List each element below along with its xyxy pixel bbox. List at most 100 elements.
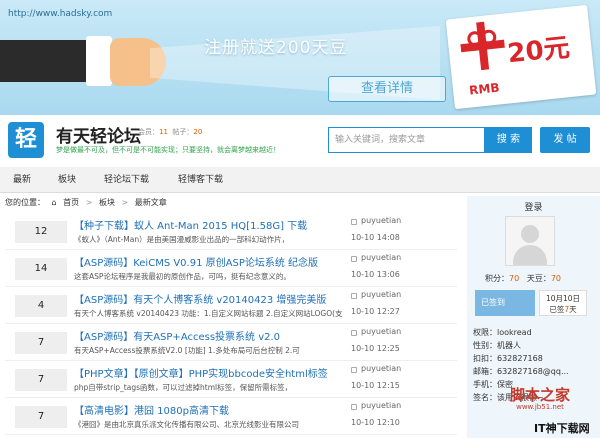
avatar[interactable] [505,216,555,266]
thread-time: 10-10 12:25 [351,344,400,353]
user-icon [351,256,357,262]
view-details-button[interactable]: 查看详情 [328,76,446,102]
thread-title[interactable]: 【高清电影】港囧 1080p高清下载 [74,402,344,417]
thread-excerpt: php自带strip_tags函数，可以过滤掉html标签，保留所需标签， [74,383,293,392]
thread-time: 10-10 13:06 [351,270,400,279]
profile-label: 邮箱： [473,367,497,376]
coupon-amount: 20元 [506,32,572,70]
thread-row[interactable]: 7 【ASP源码】有天ASP+Access投票系统 v2.0 有天ASP+Acc… [5,324,457,361]
thread-author[interactable]: puyuetian [361,401,401,410]
search-input[interactable] [328,127,485,153]
search-button[interactable]: 搜 索 [485,127,532,153]
reply-count: 12 [15,221,67,243]
nav-item-boards[interactable]: 板块 [58,167,76,193]
promo-banner[interactable]: http://www.hadsky.com 注册就送200天豆 查看详情 20元… [0,0,600,115]
corner-watermark: IT神下载网 [534,422,590,435]
thread-row[interactable]: 12 【种子下载】蚁人 Ant-Man 2015 HQ[1.58G] 下载 《蚁… [5,213,457,250]
thread-list: 12 【种子下载】蚁人 Ant-Man 2015 HQ[1.58G] 下载 《蚁… [5,213,457,435]
jb51-watermark: 脚本之家 [509,386,570,404]
thread-excerpt: 有天ASP+Access投票系统V2.0 [功能] 1.多处布局可后台控制 2.… [74,346,300,355]
thread-row[interactable]: 7 【高清电影】港囧 1080p高清下载 《港囧》是由北京真乐派文化传播有限公司… [5,398,457,435]
profile-label: 手机： [473,380,497,389]
reply-count: 14 [15,258,67,280]
reply-count: 7 [15,369,67,391]
breadcrumb-separator-icon: > [121,198,129,207]
gift-ribbon-icon [460,21,505,71]
main-nav: 最新 板块 轻论坛下载 轻博客下载 [0,167,600,193]
home-icon: ⌂ [51,198,57,207]
thread-excerpt: 有天个人博客系统 v20140423 功能：1.自定义网站标题 2.自定义网站L… [74,309,343,318]
profile-label: 扣扣： [473,354,497,363]
signed-days: 已签7天 [540,304,586,315]
profile-value: lookread [497,328,532,337]
thread-time: 10-10 12:10 [351,418,400,427]
profile-label: 性别： [473,341,497,350]
thread-row[interactable]: 4 【ASP源码】有天个人博客系统 v20140423 增强完美版 有天个人博客… [5,287,457,324]
members-label: 会员： [138,128,159,136]
thread-title[interactable]: 【PHP文章】【原创文章】PHP实现bbcode安全html标签 [74,365,344,380]
coupon-currency: RMB [468,80,501,98]
site-logo[interactable]: 轻 [8,122,44,158]
reply-count: 4 [15,295,67,317]
profile-label: 权限： [473,328,497,337]
login-link[interactable]: 登录 [467,200,600,213]
thread-excerpt: 这套ASP论坛程序是我最初的原创作品，可吗，挺有纪念意义的。 [74,272,291,281]
new-post-button[interactable]: 发 帖 [540,127,590,153]
breadcrumb-section[interactable]: 板块 [99,198,115,207]
profile-value: 机器人 [497,341,521,350]
profile-value: 632827168@qq... [497,367,569,376]
coupon-graphic: 20元 RMB [445,4,597,110]
site-name[interactable]: 有天轻论坛 [56,122,141,147]
thread-row[interactable]: 14 【ASP源码】KeiCMS V0.91 原创ASP论坛系统 纪念版 这套A… [5,250,457,287]
thread-excerpt: 《港囧》是由北京真乐派文化传播有限公司、北京光线影业有限公司 [74,420,299,429]
profile-permission: 权限：lookread [473,326,598,339]
sign-in-date: 10月10日 [545,294,581,303]
thread-time: 10-10 12:15 [351,381,400,390]
signed-in-button[interactable]: 已签到 [475,290,535,316]
tiandou-label: 天豆： [526,274,551,283]
thread-title[interactable]: 【ASP源码】有天ASP+Access投票系统 v2.0 [74,328,344,343]
signed-days-suffix: 天 [569,305,577,314]
user-icon [351,404,357,410]
avatar-body-shape [513,245,547,265]
thread-author[interactable]: puyuetian [361,216,401,225]
thread-author[interactable]: puyuetian [361,327,401,336]
profile-qq: 扣扣：632827168 [473,352,598,365]
thread-title[interactable]: 【种子下载】蚁人 Ant-Man 2015 HQ[1.58G] 下载 [74,217,344,232]
banner-url: http://www.hadsky.com [8,9,113,19]
breadcrumb: 您的位置： ⌂ 首页 > 板块 > 最新文章 [5,196,171,210]
thread-author[interactable]: puyuetian [361,290,401,299]
thread-time: 10-10 14:08 [351,233,400,242]
posts-label: 帖子： [172,128,194,136]
posts-count: 20 [193,128,203,136]
sleeve-cuff-graphic [86,36,112,86]
nav-item-forum-download[interactable]: 轻论坛下载 [104,167,149,193]
thread-author[interactable]: puyuetian [361,253,401,262]
thread-title[interactable]: 【ASP源码】有天个人博客系统 v20140423 增强完美版 [74,291,344,306]
breadcrumb-current: 最新文章 [134,198,167,207]
breadcrumb-prefix: 您的位置： [5,198,45,207]
thread-row[interactable]: 7 【PHP文章】【原创文章】PHP实现bbcode安全html标签 php自带… [5,361,457,398]
thread-excerpt: 《蚁人》（Ant-Man）是由美国漫威影业出品的一部科幻动作片， [74,235,290,244]
nav-item-blog-download[interactable]: 轻博客下载 [178,167,223,193]
nav-item-latest[interactable]: 最新 [13,167,31,193]
thread-time: 10-10 12:27 [351,307,400,316]
signed-days-prefix: 已签 [549,305,565,314]
breadcrumb-separator-icon: > [85,198,93,207]
site-slogan: 梦是做最不可及，但不可是不可能实现；只要坚持，就会离梦越来越近！ [56,146,280,154]
user-icon [351,367,357,373]
reply-count: 7 [15,406,67,428]
profile-email: 邮箱：632827168@qq... [473,365,598,378]
profile-label: 签名： [473,393,497,402]
points-label: 积分： [485,274,509,283]
user-icon [351,330,357,336]
avatar-head-shape [521,225,539,243]
site-header: 轻 有天轻论坛 会员：11 帖子：20 梦是做最不可及，但不可是不可能实现；只要… [0,115,600,167]
site-stats: 会员：11 帖子：20 [138,127,202,137]
points-value: 70 [509,274,520,283]
breadcrumb-home[interactable]: 首页 [63,198,79,207]
user-icon [351,219,357,225]
thread-author[interactable]: puyuetian [361,364,401,373]
thread-title[interactable]: 【ASP源码】KeiCMS V0.91 原创ASP论坛系统 纪念版 [74,254,344,269]
flashlight-graphic [0,40,90,82]
